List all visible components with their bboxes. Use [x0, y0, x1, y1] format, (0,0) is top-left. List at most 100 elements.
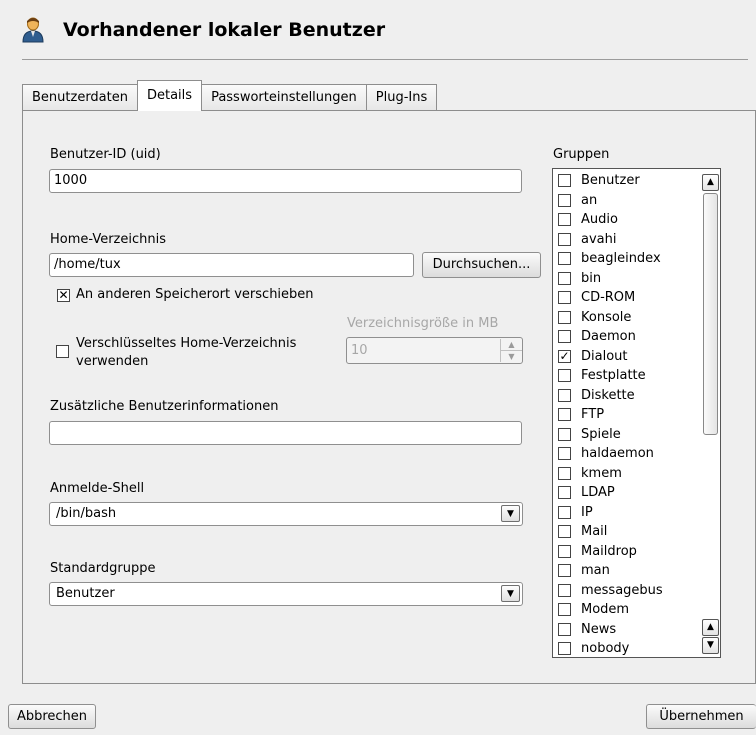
spin-down-icon[interactable]: ▼	[501, 351, 522, 362]
tab-benutzerdaten[interactable]: Benutzerdaten	[22, 84, 138, 111]
chevron-down-icon[interactable]: ▼	[501, 585, 520, 602]
group-checkbox[interactable]	[558, 369, 571, 382]
group-label: beagleindex	[581, 251, 661, 266]
dir-size-spinbox[interactable]: 10	[346, 337, 523, 364]
group-item[interactable]: Diskette	[558, 386, 635, 405]
group-label: FTP	[581, 407, 605, 422]
group-label: bin	[581, 270, 602, 286]
shell-label: Anmelde-Shell	[50, 481, 145, 496]
group-item[interactable]: FTP	[558, 405, 604, 424]
group-label: Spiele	[581, 426, 621, 442]
group-label: CD-ROM	[581, 290, 636, 305]
tab-details[interactable]: Details	[136, 80, 203, 111]
move-checkbox[interactable]: ✕	[57, 289, 70, 302]
group-item[interactable]: Modem	[558, 600, 629, 619]
home-dir-input[interactable]: /home/tux	[49, 253, 414, 277]
group-label: LDAP	[581, 485, 615, 500]
group-checkbox[interactable]	[558, 583, 571, 597]
group-checkbox[interactable]	[558, 388, 571, 402]
group-checkbox[interactable]	[558, 525, 571, 538]
group-label: avahi	[581, 231, 617, 247]
group-item[interactable]: LDAP	[558, 483, 615, 502]
group-item[interactable]: nobody	[558, 639, 629, 657]
group-item[interactable]: ✓ Dialout	[558, 347, 628, 366]
group-checkbox[interactable]	[558, 193, 571, 207]
group-item[interactable]: Mail	[558, 522, 607, 541]
group-checkbox[interactable]	[558, 232, 571, 246]
group-item[interactable]: kmem	[558, 464, 622, 483]
group-checkbox[interactable]	[558, 427, 571, 441]
tab-bar: Benutzerdaten Details Passworteinstellun…	[22, 80, 438, 111]
scroll-up-icon[interactable]: ▲	[702, 619, 719, 636]
group-checkbox[interactable]	[558, 174, 571, 187]
group-item[interactable]: Benutzer	[558, 171, 640, 190]
group-item[interactable]: Festplatte	[558, 366, 646, 385]
group-label: Modem	[581, 602, 630, 617]
uid-label: Benutzer-ID (uid)	[50, 147, 161, 162]
group-item[interactable]: Daemon	[558, 327, 636, 346]
encrypt-label-line2: verwenden	[76, 354, 149, 369]
group-checkbox[interactable]	[558, 603, 571, 616]
window-title: Vorhandener lokaler Benutzer	[63, 19, 386, 41]
dir-size-spin-buttons[interactable]: ▲ ▼	[500, 339, 522, 362]
group-checkbox[interactable]	[558, 408, 571, 421]
group-item[interactable]: beagleindex	[558, 249, 661, 268]
group-item[interactable]: man	[558, 561, 610, 580]
group-checkbox[interactable]: ✓	[558, 349, 571, 363]
group-item[interactable]: IP	[558, 503, 593, 522]
tab-passworteinstellungen[interactable]: Passworteinstellungen	[201, 84, 367, 111]
group-label: Diskette	[581, 387, 635, 403]
group-checkbox[interactable]	[558, 310, 571, 324]
encrypt-checkbox[interactable]	[56, 345, 69, 358]
group-item[interactable]: Konsole	[558, 308, 631, 327]
chevron-down-icon[interactable]: ▼	[501, 505, 520, 522]
extra-info-input[interactable]	[49, 421, 522, 445]
group-checkbox[interactable]	[558, 505, 571, 519]
encrypt-label-line1: Verschlüsseltes Home-Verzeichnis	[76, 336, 297, 351]
scroll-up-icon[interactable]: ▲	[702, 174, 719, 191]
default-group-label: Standardgruppe	[50, 561, 156, 576]
group-checkbox[interactable]	[558, 291, 571, 304]
group-item[interactable]: messagebus	[558, 581, 663, 600]
default-group-combobox[interactable]: Benutzer ▼	[49, 582, 523, 606]
group-checkbox[interactable]	[558, 564, 571, 577]
spin-up-icon[interactable]: ▲	[501, 339, 522, 351]
group-item[interactable]: Audio	[558, 210, 618, 229]
group-item[interactable]: Spiele	[558, 425, 621, 444]
group-label: Maildrop	[581, 543, 637, 559]
group-item[interactable]: CD-ROM	[558, 288, 635, 307]
move-checkbox-label: An anderen Speicherort verschieben	[76, 287, 314, 302]
cancel-button[interactable]: Abbrechen	[8, 704, 96, 729]
group-checkbox[interactable]	[558, 544, 571, 558]
group-item[interactable]: an	[558, 191, 597, 210]
group-checkbox[interactable]	[558, 447, 571, 460]
group-checkbox[interactable]	[558, 330, 571, 343]
browse-button[interactable]: Durchsuchen...	[422, 252, 541, 278]
groups-label: Gruppen	[553, 147, 610, 162]
group-item[interactable]: avahi	[558, 230, 616, 249]
shell-combobox[interactable]: /bin/bash ▼	[49, 502, 523, 526]
group-item[interactable]: haldaemon	[558, 444, 654, 463]
group-checkbox[interactable]	[558, 252, 571, 265]
tab-plug-ins[interactable]: Plug-Ins	[365, 84, 438, 111]
group-item[interactable]: Maildrop	[558, 542, 637, 561]
group-checkbox[interactable]	[558, 622, 571, 636]
uid-input[interactable]: 1000	[49, 169, 522, 193]
group-label: Festplatte	[581, 368, 646, 383]
group-label: Mail	[581, 524, 608, 539]
group-checkbox[interactable]	[558, 271, 571, 285]
group-item[interactable]: News	[558, 620, 616, 639]
group-item[interactable]: bin	[558, 269, 601, 288]
group-label: News	[581, 621, 617, 637]
scrollbar-thumb[interactable]	[703, 193, 718, 435]
group-checkbox[interactable]	[558, 642, 571, 655]
group-checkbox[interactable]	[558, 486, 571, 499]
group-label: Benutzer	[581, 173, 640, 188]
group-label: Dialout	[581, 348, 628, 364]
apply-button[interactable]: Übernehmen	[646, 704, 756, 729]
scroll-down-icon[interactable]: ▼	[702, 637, 719, 654]
group-checkbox[interactable]	[558, 466, 571, 480]
group-checkbox[interactable]	[558, 213, 571, 226]
group-label: Konsole	[581, 309, 632, 325]
groups-list[interactable]: Benutzer an Audio avahi beagleindex bin CD-ROM…	[552, 168, 721, 658]
